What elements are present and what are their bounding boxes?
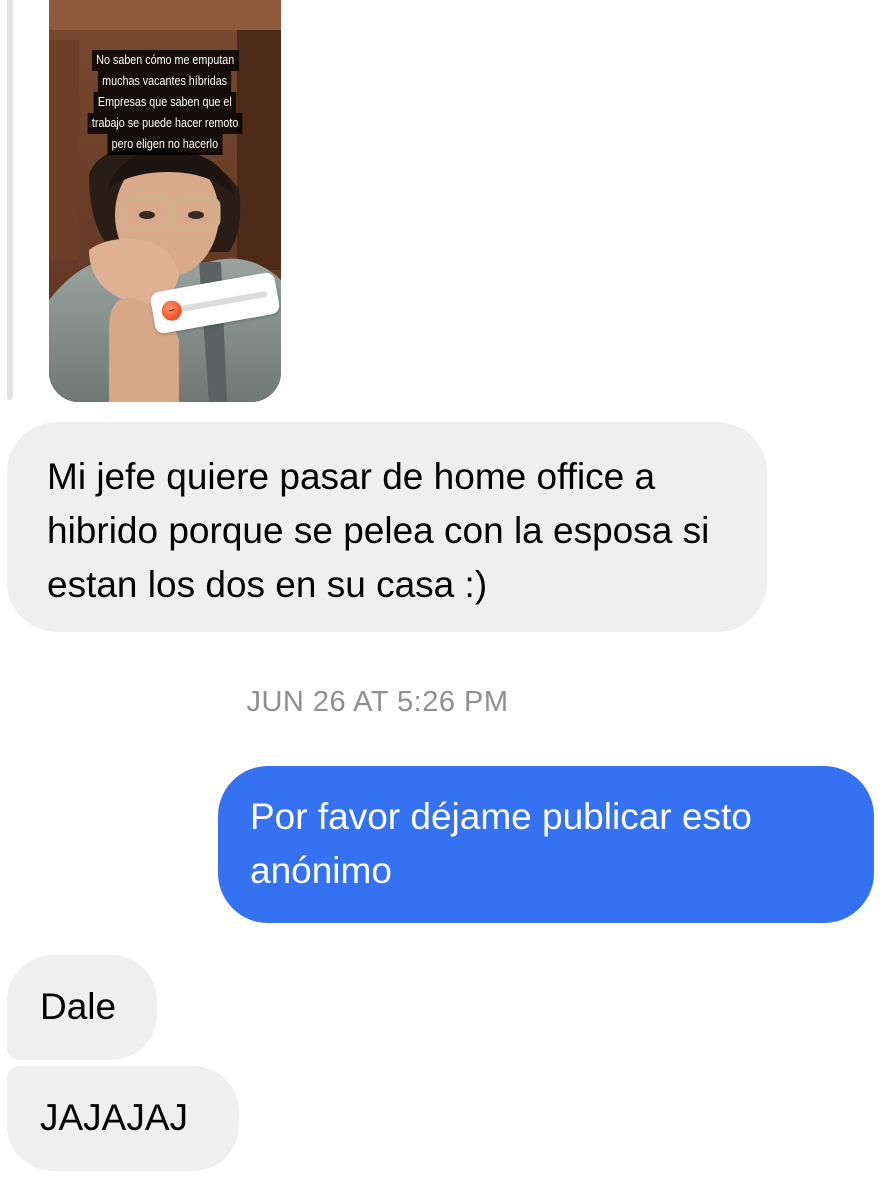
story-caption: No saben cómo me emputan muchas vacantes… bbox=[49, 50, 281, 155]
story-caption-line: trabajo se puede hacer remoto bbox=[87, 113, 243, 134]
story-caption-line: muchas vacantes híbridas bbox=[98, 71, 232, 92]
story-caption-line: Empresas que saben que el bbox=[93, 92, 237, 113]
message-text: Por favor déjame publicar esto anónimo bbox=[250, 796, 752, 891]
message-text: JAJAJAJ bbox=[40, 1097, 189, 1138]
story-caption-line: pero eligen no hacerlo bbox=[107, 134, 223, 155]
message-text: Mi jefe quiere pasar de home office a hi… bbox=[47, 456, 710, 605]
received-message-bubble[interactable]: JAJAJAJ bbox=[7, 1066, 239, 1171]
received-message-bubble[interactable]: Dale bbox=[7, 955, 157, 1060]
message-timestamp: JUN 26 AT 5:26 PM bbox=[246, 686, 509, 718]
angry-face-icon: ⌣ bbox=[160, 299, 184, 323]
story-caption-line: No saben cómo me emputan bbox=[91, 50, 239, 71]
story-reply-indicator-bar bbox=[7, 0, 13, 400]
emoji-slider-track bbox=[178, 290, 268, 313]
message-text: Dale bbox=[40, 986, 117, 1027]
received-message-bubble[interactable]: Mi jefe quiere pasar de home office a hi… bbox=[7, 422, 767, 632]
sent-message-bubble[interactable]: Por favor déjame publicar esto anónimo bbox=[218, 766, 874, 923]
story-thumbnail[interactable]: No saben cómo me emputan muchas vacantes… bbox=[49, 0, 281, 402]
